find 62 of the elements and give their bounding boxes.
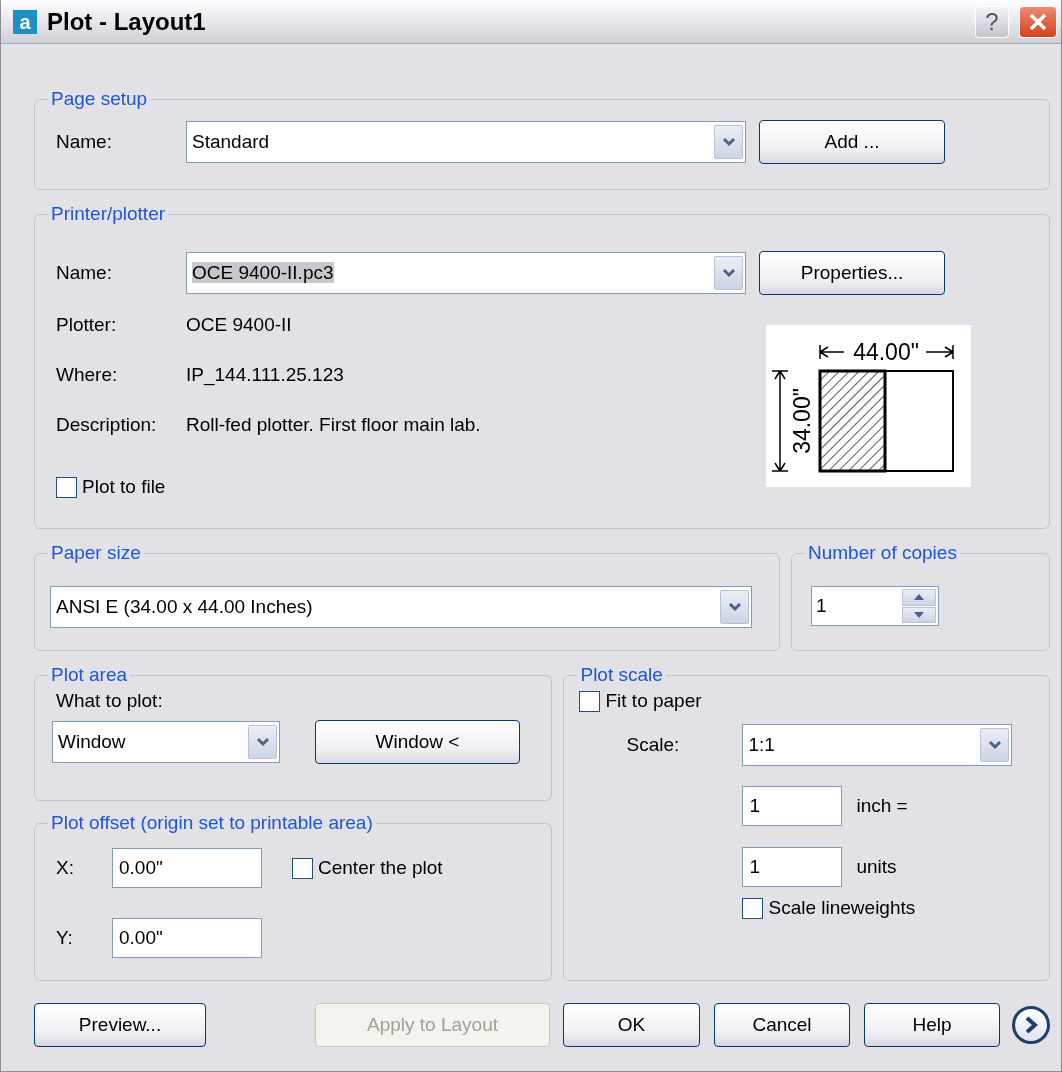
x-offset-field[interactable]: 0.00" xyxy=(112,848,262,888)
chevron-down-icon xyxy=(255,737,270,747)
group-title: Plot scale xyxy=(579,664,664,686)
window-button[interactable]: Window < xyxy=(315,720,520,764)
chevron-right-icon xyxy=(1024,1016,1038,1034)
dialog-button[interactable]: Help xyxy=(864,1003,1000,1047)
add-button[interactable]: Add ... xyxy=(759,120,945,164)
checkbox-label: Fit to paper xyxy=(605,690,702,712)
paper-size-dropdown[interactable]: ANSI E (34.00 x 44.00 Inches) xyxy=(50,586,752,628)
dialog-button[interactable]: Cancel xyxy=(714,1003,850,1047)
field-label: Name: xyxy=(55,262,113,284)
chevron-down-icon xyxy=(721,268,736,278)
dimension-label: 44.00" xyxy=(853,339,919,365)
checkbox-label: Plot to file xyxy=(82,476,166,498)
info-value: Roll-fed plotter. First floor main lab. xyxy=(186,414,481,436)
down-arrow-icon xyxy=(914,611,924,618)
checkbox[interactable] xyxy=(292,857,313,879)
checkbox[interactable] xyxy=(56,476,77,498)
copies-spinner[interactable]: 1 xyxy=(811,586,939,626)
group-title: Printer/plotter xyxy=(50,203,167,225)
more-options-button[interactable] xyxy=(1012,1006,1050,1044)
up-arrow-icon xyxy=(914,594,924,601)
group-title: Plot area xyxy=(50,664,129,686)
field-label: What to plot: xyxy=(56,690,163,712)
chevron-down-icon xyxy=(987,740,1002,750)
field-label: Scale: xyxy=(625,734,681,756)
field-label: units xyxy=(856,856,897,878)
checkbox[interactable] xyxy=(742,897,764,919)
dialog-button[interactable]: Preview... xyxy=(34,1003,206,1047)
field-label: inch = xyxy=(856,795,908,817)
scale-dropdown[interactable]: 1:1 xyxy=(742,724,1013,766)
properties-button[interactable]: Properties... xyxy=(759,251,945,295)
info-value: IP_144.111.25.123 xyxy=(186,364,344,386)
group-title: Paper size xyxy=(50,542,142,564)
info-label: Plotter: xyxy=(55,314,118,336)
help-button[interactable]: ? xyxy=(975,5,1009,38)
dialog-button[interactable]: OK xyxy=(563,1003,700,1047)
info-value: OCE 9400-II xyxy=(186,314,292,336)
y-offset-field[interactable]: 0.00" xyxy=(112,918,262,958)
close-icon xyxy=(1028,11,1048,32)
field-label: X: xyxy=(55,857,75,879)
what-to-plot-dropdown[interactable]: Window xyxy=(52,721,280,763)
units-field[interactable]: 1 xyxy=(742,847,843,887)
checkbox[interactable] xyxy=(579,690,601,712)
group-title: Number of copies xyxy=(807,542,958,564)
chevron-down-icon xyxy=(727,602,742,612)
page-setup-dropdown[interactable]: Standard xyxy=(186,121,746,163)
close-button[interactable] xyxy=(1019,5,1057,38)
field-label: Y: xyxy=(55,927,74,949)
field-label: Name: xyxy=(55,131,113,153)
window-title: Plot - Layout1 xyxy=(47,7,207,36)
app-icon: a xyxy=(13,9,37,34)
group-title: Page setup xyxy=(50,88,149,110)
dimension-label: 34.00" xyxy=(789,388,815,454)
checkbox-label: Scale lineweights xyxy=(768,897,916,919)
group-title: Plot offset (origin set to printable area) xyxy=(50,812,374,834)
chevron-down-icon xyxy=(721,137,736,147)
info-label: Where: xyxy=(55,364,119,386)
info-label: Description: xyxy=(55,414,158,436)
checkbox-label: Center the plot xyxy=(318,857,443,879)
inch-field[interactable]: 1 xyxy=(742,786,843,826)
printer-dropdown[interactable]: OCE 9400-II.pc3 xyxy=(186,252,746,294)
